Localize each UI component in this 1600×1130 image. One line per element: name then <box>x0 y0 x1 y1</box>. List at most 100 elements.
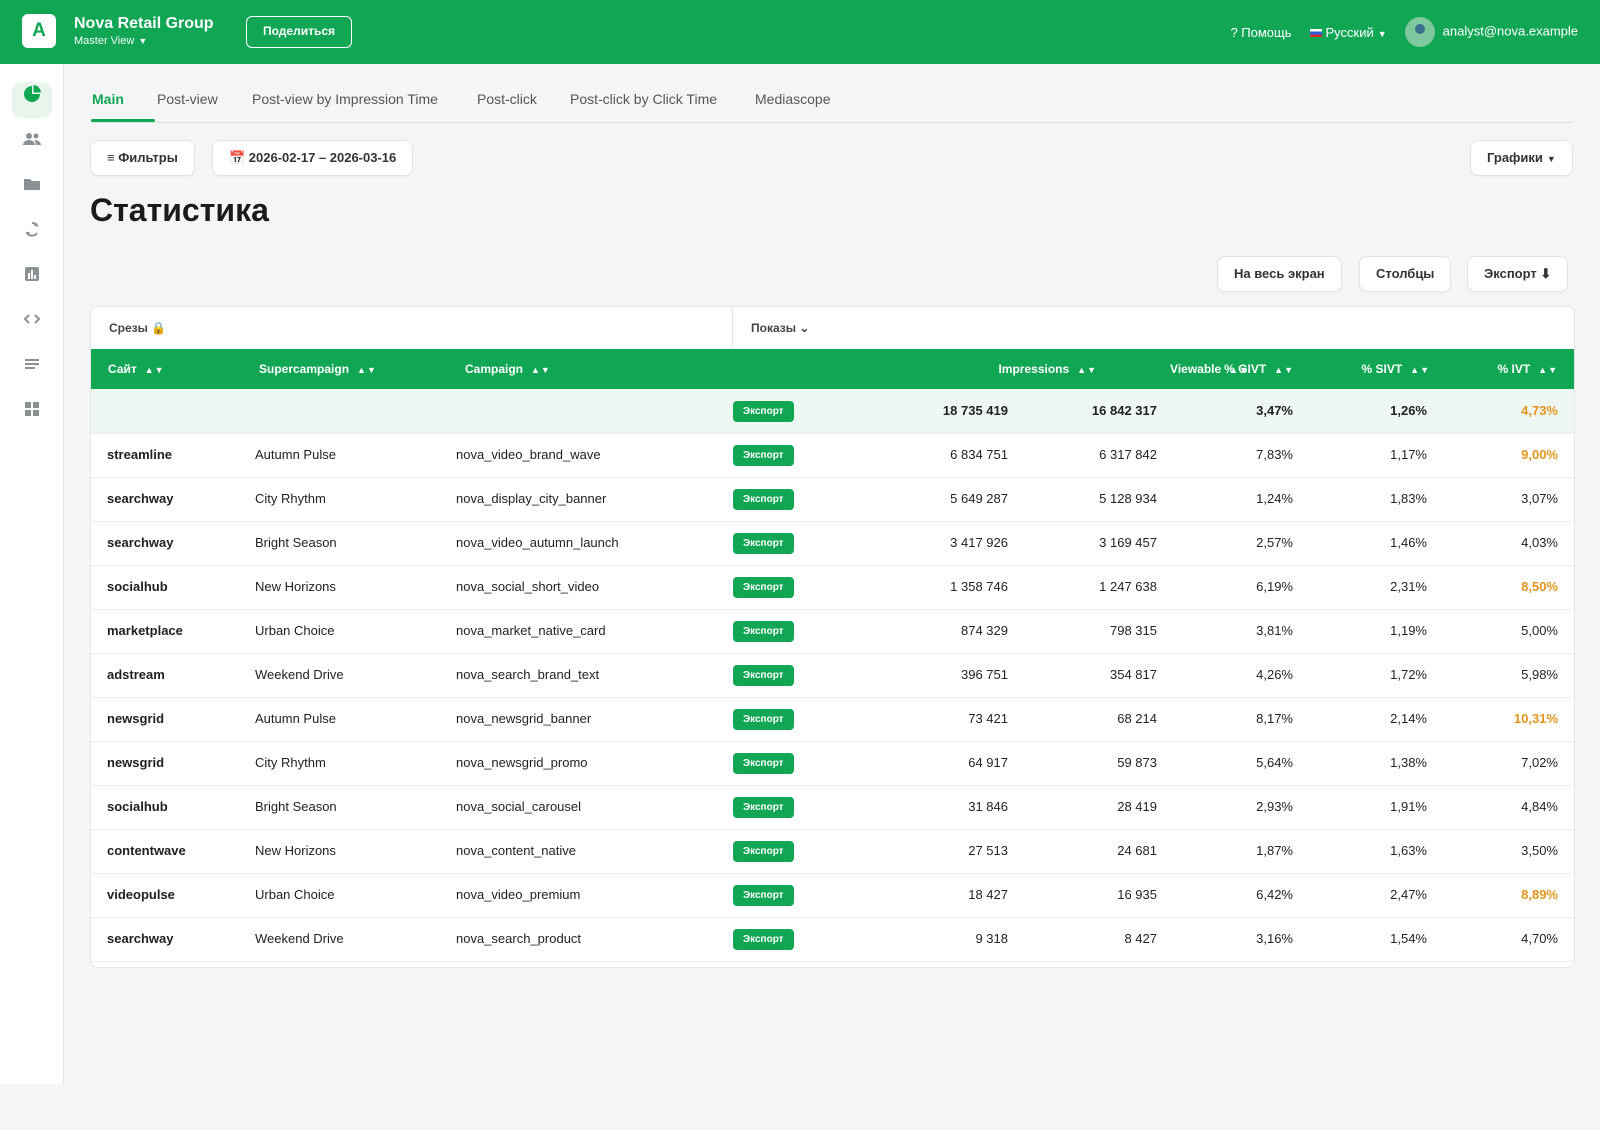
row-export-button[interactable]: Экспорт <box>733 401 794 422</box>
viewable-cell: 8 427 <box>1124 931 1157 946</box>
impressions-cell: 1 358 746 <box>950 579 1008 594</box>
column-header-supercampaign[interactable]: Supercampaign ▲▼ <box>259 349 377 389</box>
table-row[interactable]: videopulse Urban Choice nova_video_premium… <box>91 873 1574 918</box>
tab-mediascope[interactable]: Mediascope <box>755 91 831 107</box>
language-selector[interactable]: Русский ▼ <box>1309 25 1387 40</box>
impressions-cell: 9 318 <box>975 931 1008 946</box>
site-cell: socialhub <box>107 579 168 594</box>
columns-button[interactable]: Столбцы <box>1359 256 1452 292</box>
sivt-cell: 1,38% <box>1390 755 1427 770</box>
pie-chart-icon[interactable] <box>12 82 52 118</box>
view-selector[interactable]: Master View ▼ <box>74 35 147 47</box>
table-row[interactable]: newsgrid City Rhythm nova_newsgrid_promo Эк… <box>91 741 1574 786</box>
tab-post-view-impression-time[interactable]: Post-view by Impression Time <box>252 91 438 107</box>
sivt-cell: 1,46% <box>1390 535 1427 550</box>
app-logo[interactable]: A <box>22 14 56 48</box>
supercampaign-cell: Weekend Drive <box>255 667 344 682</box>
givt-cell: 6,42% <box>1256 887 1293 902</box>
row-export-button[interactable]: Экспорт <box>733 445 794 466</box>
table-row[interactable]: socialhub New Horizons nova_social_short_v… <box>91 565 1574 610</box>
filters-button[interactable]: ≡ Фильтры <box>90 140 195 176</box>
sync-icon[interactable] <box>12 217 52 253</box>
impressions-cell: 27 513 <box>968 843 1008 858</box>
row-export-button[interactable]: Экспорт <box>733 665 794 686</box>
tab-main[interactable]: Main <box>92 91 124 107</box>
row-export-button[interactable]: Экспорт <box>733 709 794 730</box>
column-header-ivt[interactable]: % IVT ▲▼ <box>1498 349 1559 389</box>
row-export-button[interactable]: Экспорт <box>733 753 794 774</box>
campaign-cell: nova_social_carousel <box>456 799 582 814</box>
column-header-sivt[interactable]: % SIVT ▲▼ <box>1361 349 1430 389</box>
table-row[interactable]: newsgrid Autumn Pulse nova_newsgrid_banner… <box>91 697 1574 742</box>
row-export-button[interactable]: Экспорт <box>733 621 794 642</box>
table-row[interactable]: streamline Autumn Pulse nova_video_brand_w… <box>91 433 1574 478</box>
ivt-cell: 3,50% <box>1521 843 1558 858</box>
avatar <box>1404 17 1435 47</box>
row-export-button[interactable]: Экспорт <box>733 797 794 818</box>
column-header-campaign[interactable]: Campaign ▲▼ <box>465 349 551 389</box>
supercampaign-cell: Weekend Drive <box>255 931 344 946</box>
report-tabs: Main Post-view Post-view by Impression T… <box>91 88 1573 123</box>
folder-icon[interactable] <box>12 172 52 208</box>
help-link[interactable]: ? Помощь <box>1230 25 1291 40</box>
table-row[interactable]: marketplace Urban Choice nova_market_nativ… <box>91 609 1574 654</box>
row-export-button[interactable]: Экспорт <box>733 489 794 510</box>
export-button[interactable]: Экспорт ⬇ <box>1467 256 1569 292</box>
grid-icon[interactable] <box>12 397 52 433</box>
viewable-cell: 5 128 934 <box>1099 491 1157 506</box>
ivt-cell: 4,03% <box>1521 535 1558 550</box>
table-row[interactable]: searchway City Rhythm nova_display_city_ba… <box>91 477 1574 522</box>
sivt-cell: 1,17% <box>1390 447 1427 462</box>
impressions-group-header[interactable]: Показы ⌄ <box>733 307 809 349</box>
org-name[interactable]: Nova Retail Group <box>74 15 214 33</box>
row-export-button[interactable]: Экспорт <box>733 577 794 598</box>
site-cell: searchway <box>107 535 174 550</box>
table-row[interactable]: searchway Weekend Drive nova_search_produc… <box>91 917 1574 962</box>
sivt-cell: 1,63% <box>1390 843 1427 858</box>
site-cell: marketplace <box>107 623 183 638</box>
active-tab-indicator <box>91 119 155 122</box>
viewable-cell: 3 169 457 <box>1099 535 1157 550</box>
impressions-cell: 6 834 751 <box>950 447 1008 462</box>
impressions-cell: 18 427 <box>968 887 1008 902</box>
column-header-impressions[interactable]: Impressions ▲▼ <box>998 349 1097 389</box>
tab-post-click[interactable]: Post-click <box>477 91 537 107</box>
supercampaign-cell: Urban Choice <box>255 887 335 902</box>
row-export-button[interactable]: Экспорт <box>733 885 794 906</box>
user-menu[interactable]: analyst@nova.example <box>1404 17 1578 47</box>
table-row[interactable]: adstream Weekend Drive nova_search_brand_t… <box>91 653 1574 698</box>
campaign-cell: nova_market_native_card <box>456 623 606 638</box>
share-button[interactable]: Поделиться <box>246 16 353 48</box>
column-header-givt[interactable]: % GIVT ▲▼ <box>1224 349 1294 389</box>
row-export-button[interactable]: Экспорт <box>733 533 794 554</box>
sivt-cell: 1,91% <box>1390 799 1427 814</box>
sort-icon: ▲▼ <box>1538 365 1558 375</box>
chevron-down-icon: ▼ <box>138 36 148 46</box>
list-icon[interactable] <box>12 352 52 388</box>
tab-post-click-click-time[interactable]: Post-click by Click Time <box>570 91 717 107</box>
sivt-cell: 2,31% <box>1390 579 1427 594</box>
table-row[interactable]: searchway Bright Season nova_video_autumn_… <box>91 521 1574 566</box>
supercampaign-cell: Bright Season <box>255 799 337 814</box>
charts-dropdown[interactable]: Графики ▼ <box>1470 140 1573 176</box>
table-row[interactable]: contentwave New Horizons nova_content_nati… <box>91 829 1574 874</box>
total-row[interactable]: Экспорт 18 735 419 16 842 317 3,47% 1,26% 4,7… <box>91 389 1574 434</box>
sidebar <box>0 64 64 1084</box>
givt-cell: 4,26% <box>1256 667 1293 682</box>
row-export-button[interactable]: Экспорт <box>733 841 794 862</box>
users-icon[interactable] <box>12 127 52 163</box>
impressions-cell: 64 917 <box>968 755 1008 770</box>
bar-chart-icon[interactable] <box>12 262 52 298</box>
campaign-cell: nova_search_brand_text <box>456 667 600 682</box>
date-range-picker[interactable]: 📅 2026-02-17 – 2026-03-16 <box>212 140 414 176</box>
code-icon[interactable] <box>12 307 52 343</box>
ivt-cell: 4,70% <box>1521 931 1558 946</box>
tab-post-view[interactable]: Post-view <box>157 91 218 107</box>
column-header-site[interactable]: Сайт ▲▼ <box>108 349 165 389</box>
row-export-button[interactable]: Экспорт <box>733 929 794 950</box>
site-cell: newsgrid <box>107 755 165 770</box>
fullscreen-button[interactable]: На весь экран <box>1217 256 1342 292</box>
slices-group-header[interactable]: Срезы 🔒 <box>91 307 733 349</box>
table-row[interactable]: socialhub Bright Season nova_social_carous… <box>91 785 1574 830</box>
sivt-cell: 1,83% <box>1390 491 1427 506</box>
